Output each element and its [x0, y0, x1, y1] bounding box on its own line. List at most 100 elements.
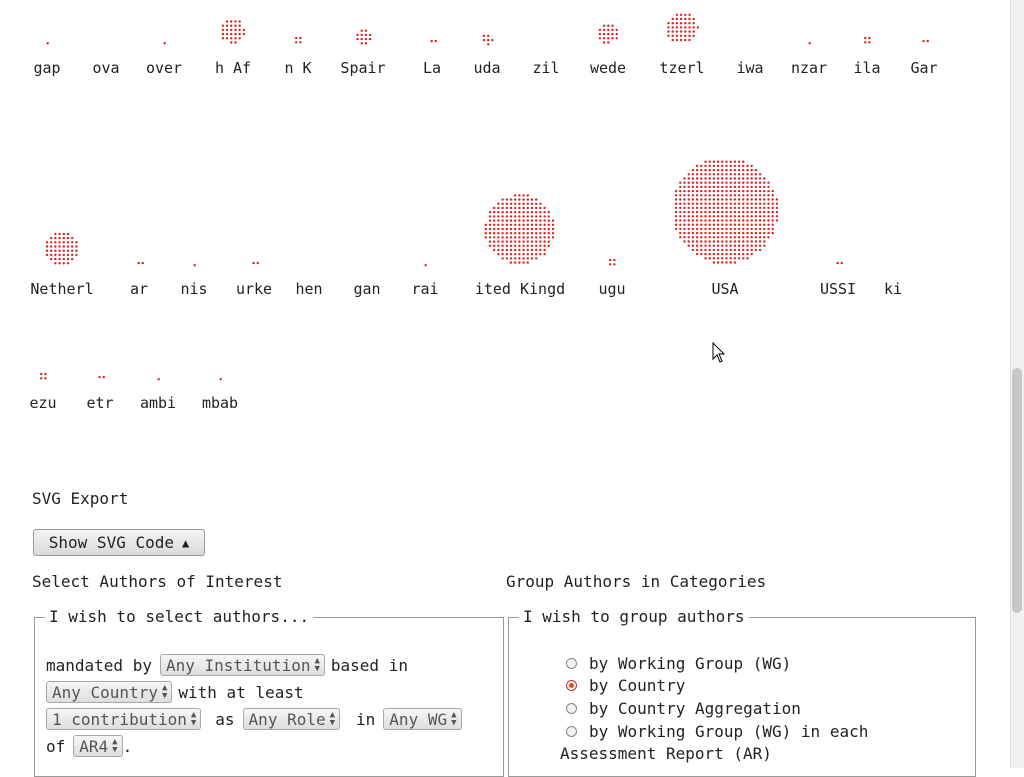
- contribution-select-value: 1 contribution: [52, 709, 187, 729]
- country-cluster[interactable]: ambi: [140, 378, 176, 412]
- author-dot: [704, 164, 707, 168]
- author-dot: [754, 198, 758, 201]
- country-label: mbab: [202, 394, 238, 412]
- author-dot: [708, 194, 711, 197]
- author-dot: [716, 223, 720, 226]
- country-cluster[interactable]: wede: [590, 24, 626, 78]
- country-select[interactable]: Any Country ▲ ▼: [46, 681, 173, 703]
- author-dot: [733, 168, 737, 172]
- country-cluster[interactable]: hen: [295, 280, 322, 298]
- author-dot: [716, 261, 720, 264]
- author-dot: [733, 181, 737, 184]
- author-dot: [742, 177, 745, 180]
- country-cluster[interactable]: ova: [92, 59, 119, 77]
- author-dot: [360, 42, 363, 45]
- radio-button[interactable]: [566, 657, 577, 669]
- author-dot: [691, 227, 695, 231]
- wg-select[interactable]: Any WG ▲ ▼: [383, 708, 462, 730]
- country-cluster[interactable]: gan: [353, 280, 380, 298]
- country-cluster[interactable]: ited Kingd: [475, 194, 565, 298]
- contribution-select[interactable]: 1 contribution ▲ ▼: [46, 708, 202, 730]
- author-dot: [518, 232, 521, 235]
- author-dot: [679, 219, 682, 222]
- country-cluster[interactable]: ezu: [29, 372, 57, 412]
- country-cluster[interactable]: Gar: [910, 39, 938, 77]
- country-cluster[interactable]: zil: [532, 59, 559, 77]
- author-dot: [708, 181, 711, 184]
- country-cluster[interactable]: ugu: [598, 258, 626, 298]
- author-dot: [742, 164, 745, 168]
- author-dot: [607, 32, 610, 36]
- author-dot: [679, 22, 683, 25]
- group-option-label: by Country: [589, 675, 686, 695]
- institution-select[interactable]: Any Institution ▲ ▼: [159, 654, 325, 676]
- country-cluster[interactable]: h Af: [215, 20, 251, 77]
- mandated-by-label: mandated by: [46, 655, 152, 675]
- country-cluster[interactable]: La: [423, 39, 441, 77]
- author-dot: [238, 24, 241, 27]
- author-dot: [238, 20, 241, 23]
- ar-select[interactable]: AR4 ▲ ▼: [73, 735, 123, 757]
- author-dot: [721, 189, 724, 193]
- country-cluster[interactable]: rai: [411, 264, 439, 298]
- show-svg-code-button[interactable]: Show SVG Code ▲: [33, 529, 205, 556]
- author-dot: [695, 181, 699, 184]
- author-dot: [547, 219, 550, 222]
- author-dot: [493, 244, 496, 247]
- author-dot: [687, 206, 690, 210]
- author-dot: [767, 231, 770, 235]
- author-dot: [767, 219, 770, 222]
- group-option-wg-in-ar[interactable]: by Working Group (WG) in each: [566, 720, 868, 742]
- country-cluster[interactable]: mbab: [202, 378, 238, 412]
- country-cluster[interactable]: gap: [33, 42, 61, 77]
- country-cluster[interactable]: Netherl: [30, 232, 94, 298]
- author-dot: [687, 198, 690, 201]
- author-dot: [716, 236, 720, 239]
- country-cluster[interactable]: etr: [86, 375, 114, 412]
- country-cluster[interactable]: Spair: [340, 29, 386, 78]
- author-dot: [518, 198, 521, 201]
- author-dot: [526, 232, 529, 235]
- group-option-working-group[interactable]: by Working Group (WG): [566, 652, 791, 674]
- author-dot: [695, 206, 699, 210]
- radio-button[interactable]: [566, 725, 577, 737]
- author-dot: [758, 206, 762, 210]
- author-dot: [758, 240, 762, 243]
- group-option-country-aggregation[interactable]: by Country Aggregation: [566, 697, 801, 719]
- author-dot: [518, 215, 521, 218]
- radio-button[interactable]: [566, 702, 577, 714]
- author-dot: [716, 168, 720, 172]
- author-dot: [729, 215, 732, 218]
- scrollbar-thumb[interactable]: [1012, 368, 1022, 613]
- author-dot: [737, 160, 741, 163]
- role-select[interactable]: Any Role ▲ ▼: [242, 708, 341, 730]
- country-cluster[interactable]: tzerl: [659, 13, 705, 77]
- country-cluster[interactable]: over: [146, 42, 182, 77]
- author-dot: [547, 227, 550, 231]
- country-cluster[interactable]: USA: [674, 160, 779, 299]
- country-cluster[interactable]: iwa: [736, 59, 763, 77]
- author-dot: [522, 202, 525, 205]
- author-dot: [539, 236, 542, 239]
- author-dot: [493, 215, 496, 218]
- radio-button-selected[interactable]: [566, 679, 577, 691]
- country-cluster[interactable]: uda: [473, 34, 501, 77]
- author-dot: [225, 28, 229, 32]
- author-dot: [750, 168, 753, 172]
- country-cluster[interactable]: nzar: [791, 42, 827, 77]
- author-dot: [491, 38, 494, 42]
- group-option-country[interactable]: by Country: [566, 674, 685, 696]
- country-cluster[interactable]: n K: [284, 36, 312, 77]
- author-dot: [683, 202, 686, 205]
- country-cluster[interactable]: ila: [853, 36, 881, 77]
- country-cluster[interactable]: urke: [236, 261, 272, 298]
- country-cluster[interactable]: USSI: [820, 261, 856, 298]
- country-cluster[interactable]: ki: [884, 280, 902, 298]
- author-dot: [551, 223, 555, 226]
- country-cluster[interactable]: nis: [180, 264, 208, 298]
- author-dot: [514, 206, 517, 210]
- author-dot: [551, 219, 555, 222]
- author-dot: [746, 164, 749, 168]
- author-dot: [501, 227, 504, 231]
- country-cluster[interactable]: ar: [130, 261, 148, 298]
